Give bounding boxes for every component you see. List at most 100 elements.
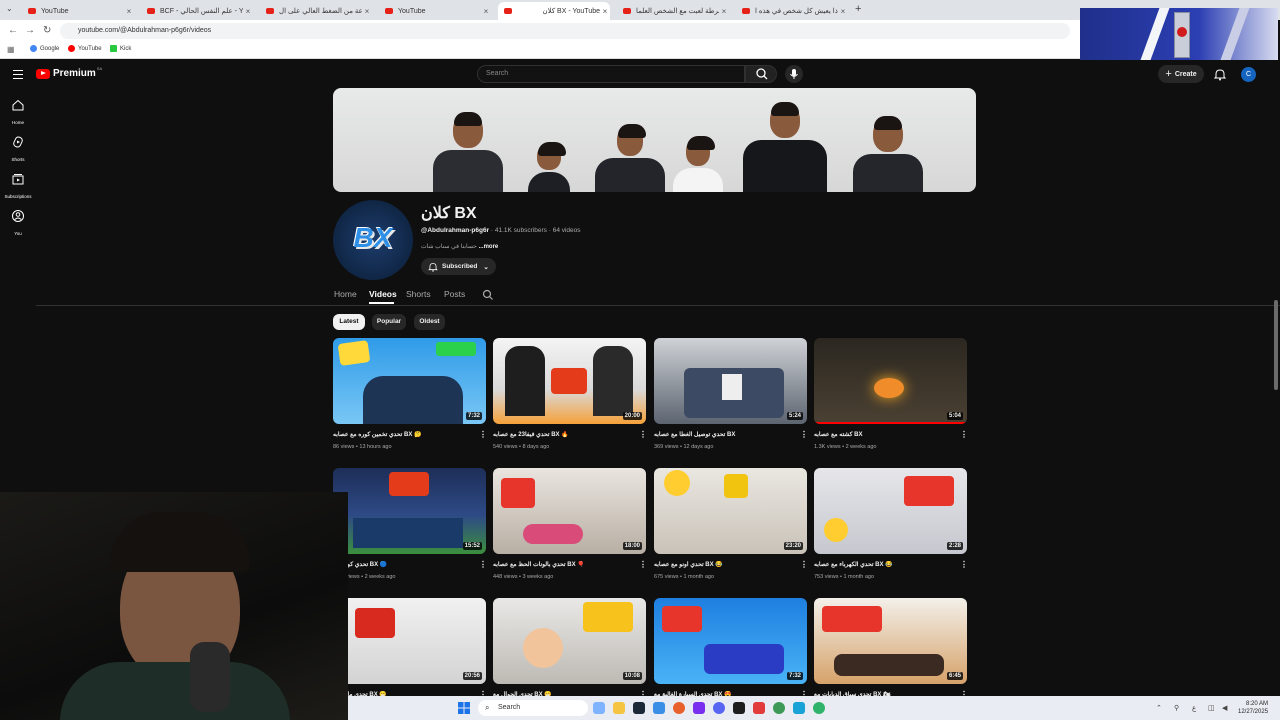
chrome-icon[interactable] [773, 702, 785, 714]
video-card[interactable]: 15:52 تحدي كورة مع BX 🔵 ⋮ 1.1K views • 2… [333, 468, 487, 580]
video-card[interactable]: 5:04 كشته مع عصابه BX ⋮ 1.3K views • 2 w… [814, 338, 968, 450]
windows-start-icon[interactable] [458, 702, 470, 714]
video-title[interactable]: تحدي بالونات الحظ مع عصابه BX 🎈 [493, 561, 633, 568]
video-thumbnail[interactable]: 10:08 [493, 598, 646, 684]
video-thumbnail[interactable]: 20:00 [493, 338, 646, 424]
close-tab-icon[interactable]: × [600, 7, 610, 16]
close-tab-icon[interactable]: × [481, 7, 491, 16]
tab-videos[interactable]: Videos [369, 289, 397, 299]
language-indicator[interactable]: ع [1192, 704, 1196, 712]
sidebar-item-you[interactable]: You [0, 209, 36, 236]
browser-tab[interactable]: لماذا يعيش كل شخص في هذه ا...× [736, 2, 848, 20]
browser-tab[interactable]: YouTube × [22, 2, 134, 20]
menu-icon[interactable] [13, 70, 23, 82]
taskbar-clock[interactable]: 8:20 AM 12/27/2025 [1238, 700, 1268, 716]
video-title[interactable]: تحدي اونو مع عصابه BX 😂 [654, 561, 794, 568]
discord-icon[interactable] [713, 702, 725, 714]
browser-tab[interactable]: ساعة من الضغط العالي على ال...× [260, 2, 372, 20]
video-card[interactable]: 18:00 تحدي بالونات الحظ مع عصابه BX 🎈 ⋮ … [493, 468, 647, 580]
channel-description[interactable]: حسابنا في سناب شات ...more [421, 243, 498, 250]
tab-search-icon[interactable]: ⌄ [6, 4, 13, 13]
subscribed-button[interactable]: Subscribed ⌄ [421, 258, 496, 275]
bookmark-kick[interactable]: Kick [110, 45, 131, 52]
notifications-button[interactable] [1213, 68, 1227, 86]
video-title[interactable]: تحدي فيفا23 مع عصابه BX 🔥 [493, 431, 633, 438]
more-options-icon[interactable]: ⋮ [479, 561, 487, 569]
chip-oldest[interactable]: Oldest [414, 314, 445, 330]
copilot-icon[interactable] [593, 702, 605, 714]
video-thumbnail[interactable]: 2:28 [814, 468, 967, 554]
taskbar-search[interactable]: ⌕ Search [478, 700, 588, 716]
browser-tab[interactable]: BCF - علم النفس الحالي - You...× [141, 2, 253, 20]
sidebar-item-home[interactable]: Home [0, 98, 36, 125]
app-icon[interactable] [753, 702, 765, 714]
sidebar-item-shorts[interactable]: Shorts [0, 135, 36, 162]
more-options-icon[interactable]: ⋮ [639, 431, 647, 439]
more-options-icon[interactable]: ⋮ [479, 431, 487, 439]
more-options-icon[interactable]: ⋮ [639, 561, 647, 569]
create-button[interactable]: + Create [1158, 65, 1204, 83]
account-avatar[interactable]: C [1241, 67, 1256, 82]
video-thumbnail[interactable]: 23:20 [654, 468, 807, 554]
video-title[interactable]: تحدي توصيل الغطا مع عصابه BX [654, 431, 794, 438]
firefox-icon[interactable] [673, 702, 685, 714]
video-title[interactable]: كشته مع عصابه BX [814, 431, 954, 438]
more-link[interactable]: ...more [479, 244, 499, 250]
video-thumbnail[interactable]: 7:32 [654, 598, 807, 684]
url-field[interactable]: youtube.com/@Abdulrahman-p6g6r/videos [60, 23, 1070, 39]
app-icon[interactable] [653, 702, 665, 714]
app-icon[interactable] [693, 702, 705, 714]
terminal-icon[interactable] [733, 702, 745, 714]
close-tab-icon[interactable]: × [719, 7, 729, 16]
page-scrollbar[interactable] [1274, 300, 1278, 390]
more-options-icon[interactable]: ⋮ [800, 431, 808, 439]
back-icon[interactable]: ← [8, 25, 18, 36]
steam-icon[interactable] [633, 702, 645, 714]
forward-icon[interactable]: → [25, 25, 35, 36]
tray-icon[interactable]: ⚲ [1174, 704, 1179, 712]
more-options-icon[interactable]: ⋮ [960, 561, 968, 569]
network-icon[interactable]: ◫ [1208, 704, 1215, 712]
bookmark-google[interactable]: Google [30, 45, 59, 52]
video-thumbnail[interactable]: 5:24 [654, 338, 807, 424]
apps-grid-icon[interactable]: ▦ [7, 45, 15, 54]
video-card[interactable]: 2:28 تحدي الكهرباء مع عصابه BX 😂 ⋮ 753 v… [814, 468, 968, 580]
browser-tab[interactable]: YouTube × [379, 2, 491, 20]
youtube-premium-logo[interactable]: Premium SA [36, 66, 102, 79]
video-card[interactable]: 20:56 تحدي مافيا مع BX 😁 ⋮ [333, 598, 487, 699]
bookmark-youtube[interactable]: YouTube [68, 45, 102, 52]
video-thumbnail[interactable]: 15:52 [333, 468, 486, 554]
video-card[interactable]: 20:00 تحدي فيفا23 مع عصابه BX 🔥 ⋮ 540 vi… [493, 338, 647, 450]
sidebar-item-subscriptions[interactable]: Subscriptions [0, 172, 36, 199]
video-card[interactable]: 7:32 تحدي تخمين كوره مع عصابه BX 🤔 ⋮ 86 … [333, 338, 487, 450]
video-title[interactable]: تحدي الكهرباء مع عصابه BX 😂 [814, 561, 954, 568]
video-thumbnail[interactable]: 6:45 [814, 598, 967, 684]
video-thumbnail[interactable]: 7:32 [333, 338, 486, 424]
video-thumbnail[interactable]: 5:04 [814, 338, 967, 424]
video-card[interactable]: 6:45 تحدي سباق الدبابات مع BX 🏍 ⋮ [814, 598, 968, 699]
video-card[interactable]: 7:32 تحدي السيارة الغالية مع BX 😍 ⋮ [654, 598, 808, 699]
tray-chevron-icon[interactable]: ⌃ [1156, 704, 1162, 712]
reload-icon[interactable]: ↻ [43, 25, 51, 36]
more-options-icon[interactable]: ⋮ [800, 561, 808, 569]
volume-icon[interactable]: ◀ [1222, 704, 1227, 712]
video-card[interactable]: 10:08 تحدي الجوال مع BX 😁 ⋮ [493, 598, 647, 699]
search-input[interactable]: Search [477, 65, 745, 83]
close-tab-icon[interactable]: × [838, 7, 848, 16]
browser-tab[interactable]: الشرطة لعبت مع الشخص العلما...× [617, 2, 729, 20]
video-title[interactable]: تحدي كورة مع BX 🔵 [333, 561, 473, 568]
channel-avatar[interactable]: BX [333, 200, 413, 280]
browser-tab-active[interactable]: كلان BX - YouTube × [498, 2, 610, 20]
video-card[interactable]: 23:20 تحدي اونو مع عصابه BX 😂 ⋮ 675 view… [654, 468, 808, 580]
tab-posts[interactable]: Posts [444, 289, 465, 299]
channel-search-icon[interactable] [482, 289, 494, 301]
video-thumbnail[interactable]: 18:00 [493, 468, 646, 554]
tab-shorts[interactable]: Shorts [406, 289, 431, 299]
app-icon[interactable] [793, 702, 805, 714]
voice-search-button[interactable] [785, 65, 803, 83]
chip-latest[interactable]: Latest [333, 314, 365, 330]
video-title[interactable]: تحدي تخمين كوره مع عصابه BX 🤔 [333, 431, 473, 438]
more-options-icon[interactable]: ⋮ [960, 431, 968, 439]
chip-popular[interactable]: Popular [372, 314, 406, 330]
close-tab-icon[interactable]: × [243, 7, 253, 16]
